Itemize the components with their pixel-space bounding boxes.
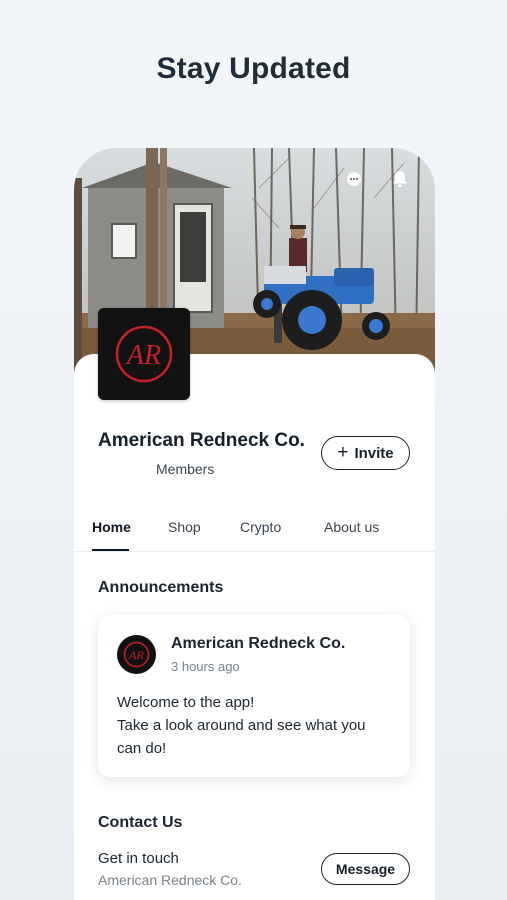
logo-text: AR	[125, 340, 161, 371]
tab-about-us[interactable]: About us	[324, 519, 379, 535]
avatar-logo-text: AR	[128, 648, 144, 662]
post-timestamp: 3 hours ago	[171, 659, 240, 674]
plus-icon: +	[337, 441, 349, 463]
post-line: Welcome to the app!	[117, 694, 255, 711]
contact-subtitle: American Redneck Co.	[98, 872, 242, 888]
invite-button[interactable]: + Invite	[321, 436, 410, 470]
message-button[interactable]: Message	[321, 853, 410, 885]
active-tab-indicator	[92, 549, 129, 551]
post-avatar: AR	[117, 635, 156, 674]
page-headline: Stay Updated	[156, 52, 351, 85]
post-body: Welcome to the app! Take a look around a…	[117, 691, 397, 760]
contact-label: Get in touch	[98, 850, 179, 867]
tab-bar: Home Shop Crypto About us	[74, 508, 435, 552]
contact-title: Contact Us	[98, 814, 183, 831]
announcement-post[interactable]: AR American Redneck Co. 3 hours ago Welc…	[98, 615, 410, 777]
post-author: American Redneck Co.	[171, 635, 346, 652]
announcements-title: Announcements	[98, 579, 224, 596]
site-logo: AR	[98, 308, 190, 400]
app-screen: AR American Redneck Co. Members + Invite…	[74, 148, 435, 900]
tab-shop[interactable]: Shop	[168, 519, 201, 535]
members-link[interactable]: Members	[156, 461, 214, 477]
post-line: can do!	[117, 740, 167, 757]
invite-label: Invite	[354, 444, 394, 462]
tab-home[interactable]: Home	[92, 519, 131, 535]
site-name: American Redneck Co.	[98, 430, 305, 451]
chat-icon[interactable]	[345, 170, 363, 188]
bell-icon[interactable]	[391, 170, 409, 188]
tab-crypto[interactable]: Crypto	[240, 519, 281, 535]
post-line: Take a look around and see what you	[117, 717, 366, 734]
